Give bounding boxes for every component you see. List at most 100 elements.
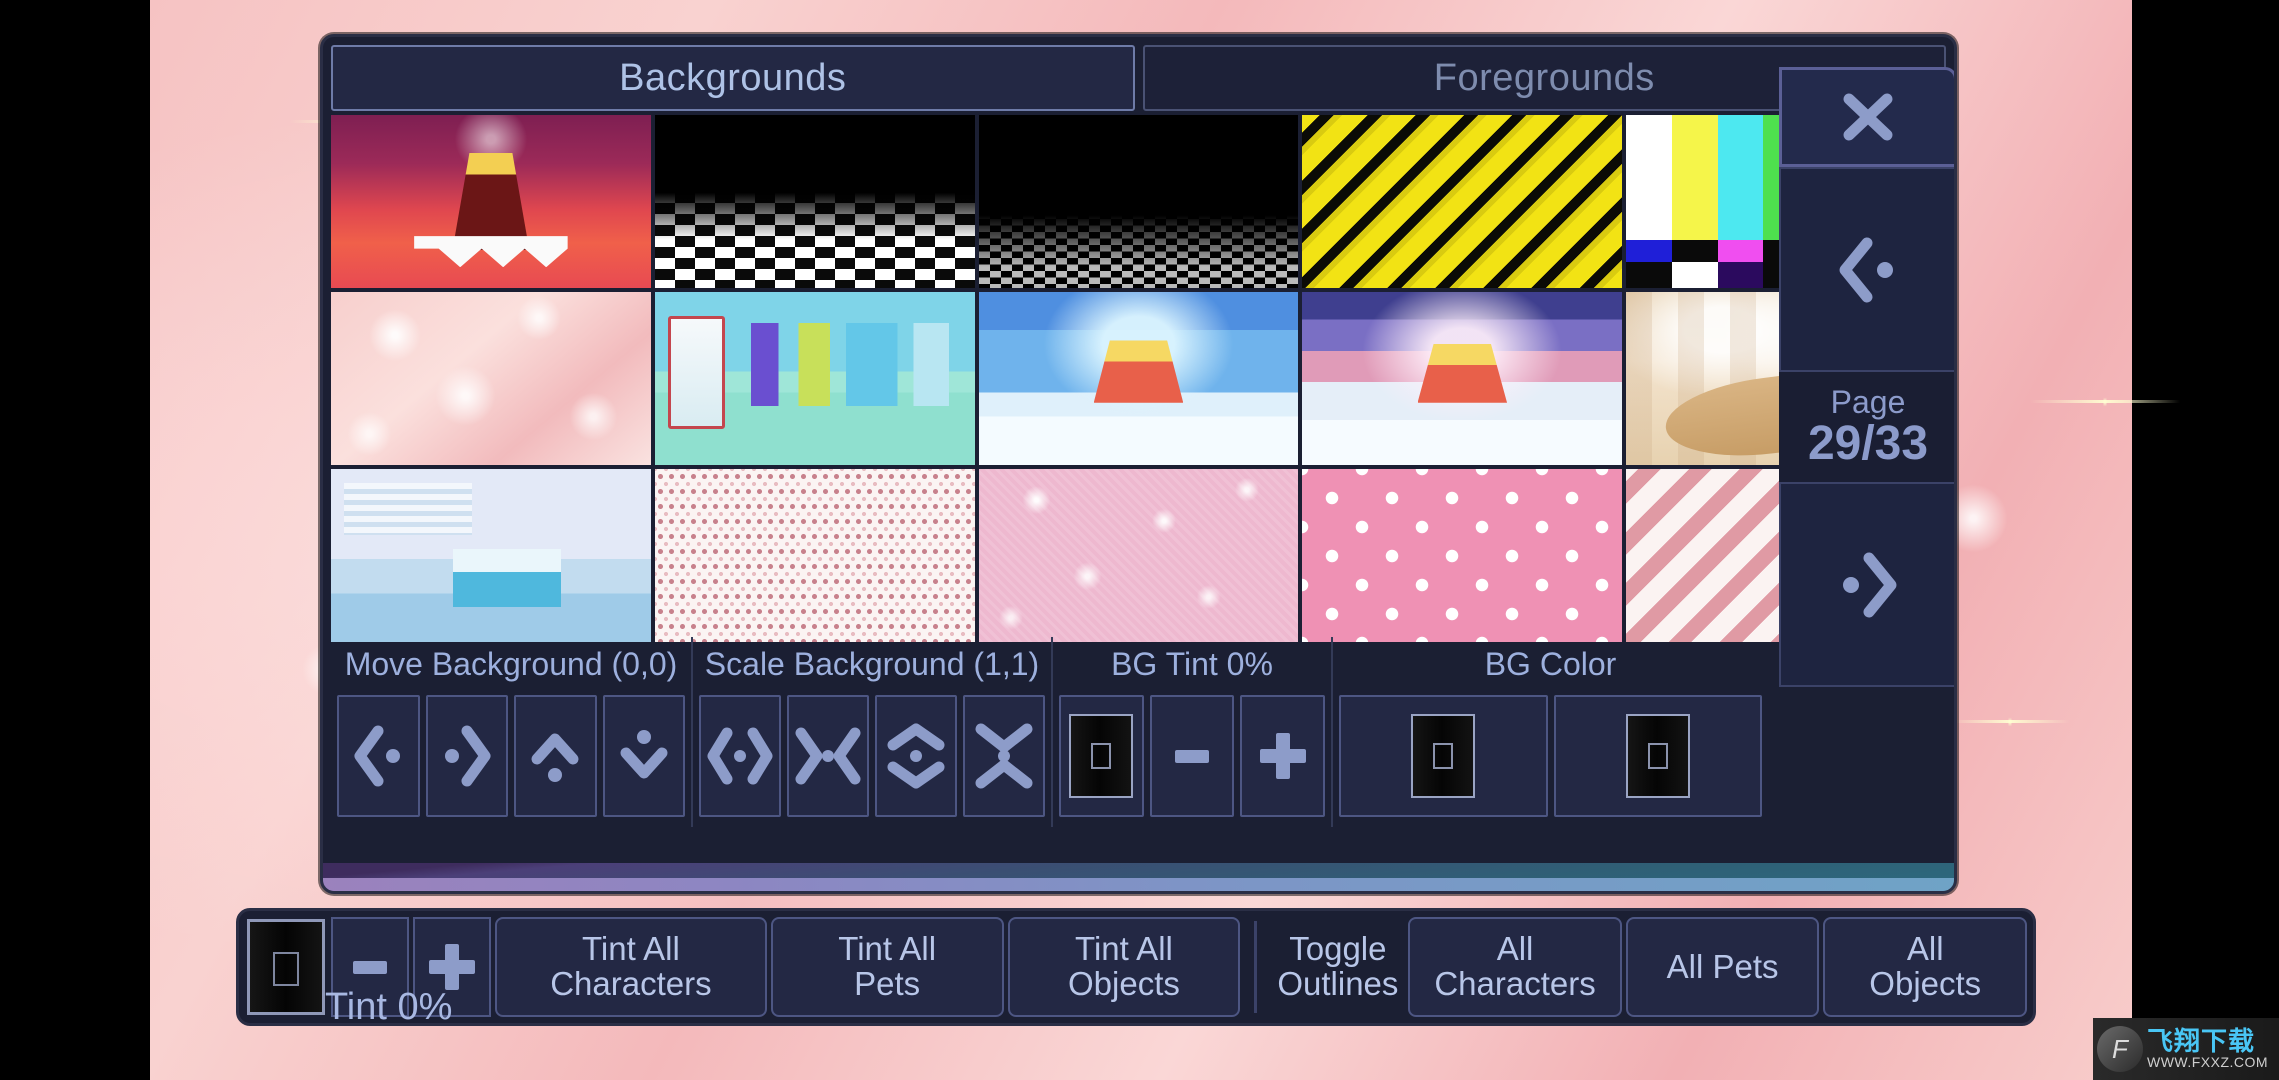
tab-backgrounds-label: Backgrounds — [619, 56, 847, 99]
hazard-stripes-thumbnail — [1302, 115, 1623, 288]
tint-all-pets-button[interactable]: Tint All Pets — [770, 917, 1004, 1017]
toolbar-divider — [1254, 921, 1258, 1013]
thumbnail-cell-3[interactable] — [978, 115, 1299, 288]
outlines-all-characters-button[interactable]: All Characters — [1408, 917, 1622, 1017]
tab-bar: Backgrounds Foregrounds — [323, 37, 1954, 111]
screen-root: Backgrounds Foregrounds Move Background … — [0, 0, 2279, 1080]
chevron-up-dot-icon — [531, 733, 579, 782]
tint-all-pets-label: Tint All Pets — [838, 930, 937, 1002]
panel-sidebar: Page 29/33 — [1779, 67, 1954, 687]
move-background-title: Move Background (0,0) — [344, 645, 678, 682]
thumbnail-cell-4[interactable] — [1302, 115, 1623, 288]
color-swatch-icon — [247, 919, 325, 1015]
outlines-all-characters-label: All Characters — [1434, 930, 1596, 1002]
next-page-button[interactable] — [1779, 482, 1954, 687]
page-value: 29/33 — [1807, 417, 1929, 470]
global-toolbar: Tint 0% Tint All Characters Tint All Pet… — [236, 908, 2036, 1028]
color-swatch-icon — [1069, 714, 1134, 798]
close-button[interactable] — [1779, 67, 1954, 167]
move-bg-down-button[interactable] — [602, 695, 685, 817]
blue-throne-room-thumbnail — [978, 292, 1299, 465]
toggle-outlines-label: Toggle Outlines — [1277, 930, 1399, 1002]
background-controls: Move Background (0,0) Scale Background (… — [331, 637, 1768, 827]
thumbnail-grid — [331, 115, 1946, 642]
tint-all-characters-label: Tint All Characters — [550, 930, 712, 1002]
background-picker-panel: Backgrounds Foregrounds Move Background … — [320, 34, 1957, 894]
outlines-all-pets-button[interactable]: All Pets — [1625, 917, 1820, 1017]
plus-icon — [429, 944, 475, 990]
tint-all-objects-button[interactable]: Tint All Objects — [1007, 917, 1241, 1017]
scale-background-title: Scale Background (1,1) — [704, 645, 1040, 682]
bg-tint-swatch[interactable] — [1059, 695, 1144, 817]
dot-chevron-right-icon — [444, 725, 491, 787]
thumbnail-cell-1[interactable] — [331, 115, 651, 288]
tab-foregrounds-label: Foregrounds — [1433, 56, 1655, 99]
watermark-url: WWW.FXXZ.COM — [2147, 1054, 2269, 1071]
global-tint-plus-button[interactable] — [413, 917, 491, 1017]
page-label: Page — [1830, 384, 1906, 420]
move-bg-right-button[interactable] — [425, 695, 508, 817]
scale-bg-taller-button[interactable] — [875, 695, 957, 817]
tint-all-objects-label: Tint All Objects — [1068, 930, 1180, 1002]
bg-tint-minus-button[interactable] — [1149, 695, 1235, 817]
outlines-all-objects-label: All Objects — [1869, 930, 1982, 1002]
sparkle-decoration — [2030, 400, 2180, 403]
thumbnail-cell-7[interactable] — [654, 292, 975, 465]
dot-chevron-down-icon — [620, 730, 668, 779]
chevron-left-dot-icon — [354, 725, 401, 787]
thumbnail-cell-13[interactable] — [978, 469, 1299, 642]
bg-tint-group: BG Tint 0% — [1051, 637, 1331, 827]
thumbnail-cell-2[interactable] — [654, 115, 975, 288]
move-bg-left-button[interactable] — [337, 695, 420, 817]
global-tint-minus-button[interactable] — [331, 917, 409, 1017]
outlines-all-objects-button[interactable]: All Objects — [1823, 917, 2027, 1017]
scale-bg-shorter-button[interactable] — [963, 695, 1045, 817]
collapse-horizontal-icon — [795, 727, 861, 785]
sparkle-decoration — [1950, 720, 2070, 723]
bg-tint-plus-button[interactable] — [1240, 695, 1326, 817]
watermark-logo-glyph: F — [2112, 1033, 2128, 1064]
bg-color-swatch-1[interactable] — [1339, 695, 1548, 817]
thumbnail-cell-11[interactable] — [331, 469, 651, 642]
thumbnail-cell-8[interactable] — [978, 292, 1299, 465]
clothing-store-thumbnail — [654, 292, 975, 465]
pink-sparkle-thumbnail — [331, 292, 651, 465]
page-indicator: Page 29/33 — [1779, 372, 1954, 482]
global-tint-swatch[interactable] — [245, 917, 327, 1017]
thumbnail-cell-12[interactable] — [654, 469, 975, 642]
plus-icon — [1259, 733, 1306, 779]
panel-bottom-accent — [323, 863, 1954, 891]
chevron-left-dot-icon — [1839, 237, 1893, 302]
circus-stage-thumbnail — [331, 115, 651, 288]
watermark-title: 飞翔下载 — [2147, 1026, 2256, 1056]
white-pink-dots-thumbnail — [654, 469, 975, 642]
scale-bg-wider-button[interactable] — [699, 695, 781, 817]
bg-color-swatch-2[interactable] — [1553, 695, 1762, 817]
color-swatch-icon — [1625, 714, 1690, 798]
color-swatch-icon — [1411, 714, 1476, 798]
tint-all-characters-button[interactable]: Tint All Characters — [495, 917, 767, 1017]
collapse-vertical-icon — [975, 723, 1033, 789]
move-bg-up-button[interactable] — [514, 695, 597, 817]
watermark-logo-icon: F — [2097, 1026, 2143, 1072]
move-background-group: Move Background (0,0) — [331, 637, 691, 827]
pink-glitter-thumbnail — [978, 469, 1299, 642]
minus-icon — [1175, 749, 1209, 763]
thumbnail-grid-wrapper — [323, 111, 1954, 642]
checkerboard-floor-thumbnail — [654, 115, 975, 288]
bg-tint-title: BG Tint 0% — [1111, 645, 1273, 682]
watermark: F 飞翔下载 WWW.FXXZ.COM — [2093, 1018, 2279, 1080]
expand-horizontal-icon — [707, 727, 773, 785]
scale-background-group: Scale Background (1,1) — [691, 637, 1051, 827]
thumbnail-cell-9[interactable] — [1302, 292, 1623, 465]
pink-polka-dots-thumbnail — [1302, 469, 1623, 642]
thumbnail-cell-6[interactable] — [331, 292, 651, 465]
thumbnail-cell-14[interactable] — [1302, 469, 1623, 642]
tab-backgrounds[interactable]: Backgrounds — [331, 45, 1135, 111]
bg-color-group: BG Color — [1331, 637, 1768, 827]
prev-page-button[interactable] — [1779, 167, 1954, 372]
outlines-all-pets-label: All Pets — [1666, 947, 1779, 985]
scale-bg-narrower-button[interactable] — [787, 695, 869, 817]
pink-throne-room-thumbnail — [1302, 292, 1623, 465]
close-icon — [1843, 93, 1893, 141]
